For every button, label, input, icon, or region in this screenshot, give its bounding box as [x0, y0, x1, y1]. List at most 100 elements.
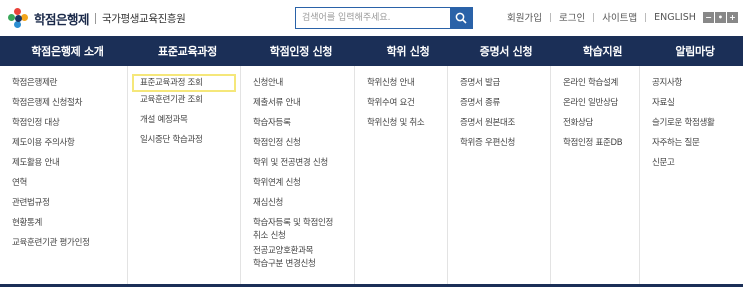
- menu-item-label: 증명서 원본대조: [460, 118, 516, 128]
- font-increase-button[interactable]: +: [726, 11, 738, 23]
- menu-item[interactable]: 신청안내: [241, 77, 354, 97]
- menu-column-degree-application: 학위신청 안내학위수여 요건 학위신청 및 취소: [355, 66, 448, 284]
- menu-item-label: 학점인정 신청: [253, 138, 301, 148]
- nav-item-degree-application[interactable]: 학위 신청: [362, 36, 454, 66]
- menu-item-label: 학습자등록 및 학점인정: [253, 218, 334, 228]
- menu-item[interactable]: 일시중단 학습과정: [128, 134, 240, 154]
- menu-item[interactable]: 학습자등록 및 학점인정취소 신청: [241, 217, 354, 245]
- font-decrease-button[interactable]: −: [702, 11, 714, 23]
- nav-item-curriculum[interactable]: 표준교육과정: [135, 36, 240, 66]
- menu-item[interactable]: 공지사항: [640, 77, 743, 97]
- menu-item-label: 전화상담: [563, 118, 594, 128]
- menu-item[interactable]: 연혁: [0, 177, 127, 197]
- signup-link[interactable]: 회원가입: [507, 10, 542, 24]
- sitemap-link[interactable]: 사이트맵: [602, 10, 637, 24]
- menu-item-label: 제출서류 안내: [253, 98, 301, 108]
- menu-item-label: 교육훈련기관 조회: [140, 95, 203, 105]
- menu-item[interactable]: 현황통계: [0, 217, 127, 237]
- menu-item[interactable]: 학위 및 전공변경 신청: [241, 157, 354, 177]
- search-icon: [455, 12, 467, 24]
- nav-item-learning-support[interactable]: 학습지원: [558, 36, 647, 66]
- menu-item[interactable]: 학위신청 안내: [355, 77, 447, 97]
- menu-item[interactable]: 제도이용 주의사항: [0, 137, 127, 157]
- menu-item[interactable]: 제도활용 안내: [0, 157, 127, 177]
- menu-item[interactable]: 온라인 학습설계: [551, 77, 639, 97]
- site-logo[interactable]: 학점은행제 국가평생교육진흥원: [8, 8, 186, 28]
- util-divider: [549, 12, 551, 22]
- menu-item-label: 학위신청 및 취소: [367, 118, 425, 128]
- menu-item[interactable]: 증명서 원본대조: [448, 117, 550, 137]
- nav-item-credit-application[interactable]: 학점인정 신청: [240, 36, 362, 66]
- menu-item[interactable]: 학위신청 및 취소: [355, 117, 447, 137]
- nav-item-notice[interactable]: 알림마당: [647, 36, 743, 66]
- menu-item[interactable]: 학점인정 표준DB: [551, 137, 639, 157]
- logo-mark-icon: [8, 8, 28, 28]
- search-box: [295, 7, 473, 29]
- menu-column-about: 학점은행제란학점은행제 신청절차학점인정 대상제도이용 주의사항제도활용 안내연…: [0, 66, 128, 284]
- menu-item[interactable]: 교육훈련기관 평가인정: [0, 237, 127, 257]
- menu-item[interactable]: 관련법규정: [0, 197, 127, 217]
- menu-item-label: 취소 신청: [253, 231, 286, 241]
- menu-item-label: 신청안내: [253, 78, 284, 88]
- menu-item[interactable]: 자주하는 질문: [640, 137, 743, 157]
- menu-item-label: 제도이용 주의사항: [12, 138, 75, 148]
- menu-item[interactable]: 제출서류 안내: [241, 97, 354, 117]
- menu-item-label: 학위증 우편신청: [460, 138, 516, 148]
- login-link[interactable]: 로그인: [559, 10, 585, 24]
- menu-column-credit-application: 신청안내제출서류 안내학습자등록학점인정 신청학위 및 전공변경 신청학위연계 …: [241, 66, 355, 284]
- menu-column-curriculum: 표준교육과정 조회교육훈련기관 조회개설 예정과목일시중단 학습과정: [128, 66, 241, 284]
- menu-item-label: 온라인 일반상담: [563, 98, 619, 108]
- menu-item[interactable]: 전공교양호환과목 학습구분 변경신청: [241, 245, 354, 273]
- font-size-controls: − • +: [702, 11, 738, 23]
- menu-item[interactable]: 학점은행제 신청절차: [0, 97, 127, 117]
- menu-item[interactable]: 학위연계 신청: [241, 177, 354, 197]
- menu-item-label: 증명서 발급: [460, 78, 501, 88]
- util-divider: [645, 12, 647, 22]
- search-input[interactable]: [296, 8, 450, 28]
- menu-item[interactable]: 재심신청: [241, 197, 354, 217]
- logo-title: 학점은행제: [34, 11, 90, 27]
- menu-item[interactable]: 개설 예정과목: [128, 114, 240, 134]
- search-button[interactable]: [450, 8, 472, 28]
- menu-item-label: 제도활용 안내: [12, 158, 60, 168]
- menu-item-label: 학위신청 안내: [367, 78, 415, 88]
- menu-item[interactable]: 증명서 발급: [448, 77, 550, 97]
- menu-item-label: 일시중단 학습과정: [140, 135, 203, 145]
- menu-item[interactable]: 교육훈련기관 조회: [128, 94, 240, 114]
- font-reset-button[interactable]: •: [714, 11, 726, 23]
- menu-item[interactable]: 전화상담: [551, 117, 639, 137]
- menu-item-label: 자주하는 질문: [652, 138, 700, 148]
- utility-links: 회원가입 로그인 사이트맵 ENGLISH − • +: [507, 10, 738, 24]
- menu-item-active[interactable]: 표준교육과정 조회: [132, 74, 236, 92]
- menu-item-label: 학위연계 신청: [253, 178, 301, 188]
- menu-item[interactable]: 슬기로운 학점생활: [640, 117, 743, 137]
- menu-item[interactable]: 온라인 일반상담: [551, 97, 639, 117]
- menu-item[interactable]: 자료실: [640, 97, 743, 117]
- menu-item-label: 학점은행제 신청절차: [12, 98, 83, 108]
- menu-item-label: 학위 및 전공변경 신청: [253, 158, 328, 168]
- nav-item-certificate[interactable]: 증명서 신청: [454, 36, 558, 66]
- menu-item-label: 표준교육과정 조회: [140, 78, 203, 88]
- nav-item-about[interactable]: 학점은행제 소개: [0, 36, 135, 66]
- menu-item-label: 학점은행제란: [12, 78, 58, 88]
- menu-item[interactable]: 학위수여 요건: [355, 97, 447, 117]
- menu-item[interactable]: 신문고: [640, 157, 743, 177]
- menu-item[interactable]: 학위증 우편신청: [448, 137, 550, 157]
- menu-item[interactable]: 학점인정 대상: [0, 117, 127, 137]
- menu-item[interactable]: 학습자등록: [241, 117, 354, 137]
- menu-item-label: 공지사항: [652, 78, 683, 88]
- menu-item-label: 학습자등록: [253, 118, 291, 128]
- english-link[interactable]: ENGLISH: [654, 12, 696, 23]
- logo-org-name: 국가평생교육진흥원: [102, 12, 186, 25]
- menu-item-label: 재심신청: [253, 198, 284, 208]
- menu-item[interactable]: 학점은행제란: [0, 77, 127, 97]
- menu-item-label: 증명서 종류: [460, 98, 501, 108]
- menu-item[interactable]: 증명서 종류: [448, 97, 550, 117]
- mega-menu: 학점은행제란학점은행제 신청절차학점인정 대상제도이용 주의사항제도활용 안내연…: [0, 66, 743, 284]
- menu-item-label: 학점인정 대상: [12, 118, 60, 128]
- menu-item-label: 전공교양호환과목: [253, 246, 314, 256]
- menu-item-label: 교육훈련기관 평가인정: [12, 238, 90, 248]
- menu-item-label: 개설 예정과목: [140, 115, 188, 125]
- menu-item[interactable]: 학점인정 신청: [241, 137, 354, 157]
- menu-column-learning-support: 온라인 학습설계 온라인 일반상담전화상담학점인정 표준DB: [551, 66, 640, 284]
